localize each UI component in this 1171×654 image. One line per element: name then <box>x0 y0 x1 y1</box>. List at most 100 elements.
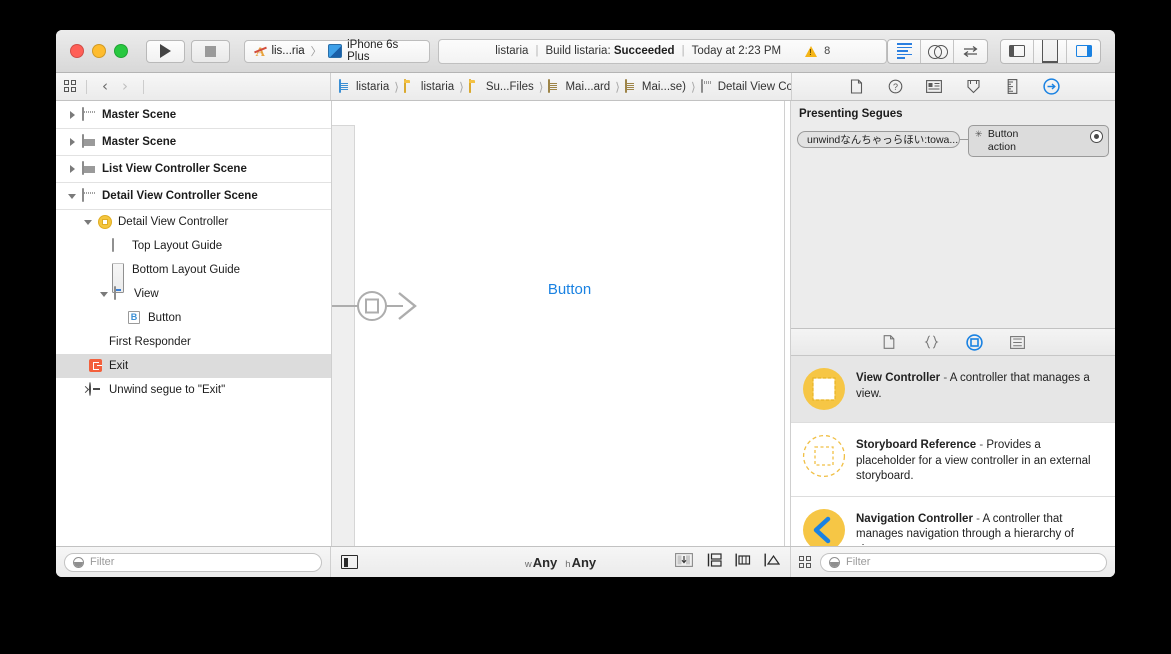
view-controller-object-icon <box>802 367 846 411</box>
outline-row-detail-view-controller[interactable]: Detail View Controller <box>56 210 331 234</box>
activity-status-view[interactable]: listaria | Build listaria: Succeeded | T… <box>438 38 887 64</box>
pin-button[interactable] <box>764 553 781 572</box>
object-library-tab[interactable] <box>966 333 983 351</box>
size-class-width-key: w <box>524 558 532 570</box>
go-back-button[interactable]: ‹ <box>96 79 114 94</box>
update-frames-button[interactable] <box>675 552 693 572</box>
minimize-window-button[interactable] <box>92 44 106 58</box>
canvas-status-bar: wAny hAny <box>331 547 791 577</box>
breadcrumb-item-group-2[interactable]: Su...Files <box>468 78 534 94</box>
library-item-view-controller[interactable]: View Controller - A controller that mana… <box>791 356 1115 423</box>
device-icon <box>327 44 343 58</box>
outline-row-button[interactable]: B Button <box>56 306 331 330</box>
library-display-mode-button[interactable] <box>799 555 812 569</box>
assistant-editor-button[interactable] <box>921 39 954 63</box>
outline-row-first-responder[interactable]: First Responder <box>56 330 331 354</box>
outline-filter-field[interactable]: Filter <box>64 552 322 572</box>
outline-row-label: Master Scene <box>102 136 177 148</box>
scheme-selector[interactable]: lis...ria 〉 iPhone 6s Plus <box>244 39 431 63</box>
outline-row-bottom-layout-guide[interactable]: Bottom Layout Guide <box>56 258 331 293</box>
storyboard-file-icon <box>548 78 561 94</box>
object-library-list[interactable]: View Controller - A controller that mana… <box>791 356 1115 546</box>
toolbar-right-group <box>887 38 1105 64</box>
standard-editor-button[interactable] <box>888 39 921 63</box>
outline-row-exit[interactable]: Exit <box>56 354 331 378</box>
toggle-navigator-button[interactable] <box>1001 39 1034 63</box>
outline-row-view[interactable]: View <box>56 282 331 306</box>
status-project: listaria <box>495 45 529 57</box>
presenting-segues-title: Presenting Segues <box>799 108 903 120</box>
library-item-storyboard-reference[interactable]: Storyboard Reference - Provides a placeh… <box>791 423 1115 497</box>
file-inspector-tab[interactable] <box>848 78 865 95</box>
utilities-panel-icon <box>1075 45 1092 57</box>
library-filter-field[interactable]: Filter <box>820 552 1107 572</box>
breadcrumb-item-file[interactable]: Mai...ard <box>548 78 611 94</box>
toggle-utilities-button[interactable] <box>1067 40 1100 63</box>
go-forward-button[interactable]: › <box>116 79 134 94</box>
segue-identifier-pill[interactable]: unwindなんちゃっらほい:towa... <box>797 131 961 148</box>
file-template-library-tab[interactable] <box>880 334 897 351</box>
document-outline[interactable]: Master Scene Master Scene List View Cont… <box>56 101 332 546</box>
scheme-name: lis...ria <box>271 45 305 57</box>
outline-row-top-layout-guide[interactable]: Top Layout Guide <box>56 234 331 258</box>
segue-source-box[interactable]: ✳ Button action <box>967 125 1109 157</box>
disclosure-triangle[interactable] <box>66 109 78 121</box>
connections-inspector-tab[interactable] <box>1042 78 1060 95</box>
play-icon <box>160 44 171 58</box>
interface-builder-canvas[interactable]: Button <box>332 101 791 546</box>
size-class-indicator[interactable]: wAny hAny <box>525 555 596 570</box>
outline-row-detail-view-controller-scene[interactable]: Detail View Controller Scene <box>56 183 331 210</box>
close-window-button[interactable] <box>70 44 84 58</box>
disclosure-triangle[interactable] <box>66 136 78 148</box>
outline-row-label: Detail View Controller <box>118 216 229 228</box>
outline-row-label: Master Scene <box>102 109 177 121</box>
breadcrumb-item-scene[interactable]: Detail View Controller Scene <box>700 78 791 94</box>
zoom-window-button[interactable] <box>114 44 128 58</box>
quick-help-inspector-tab[interactable]: ? <box>887 78 904 95</box>
code-snippet-library-tab[interactable] <box>923 334 940 351</box>
identity-inspector-tab[interactable] <box>926 78 943 95</box>
embed-in-button[interactable] <box>706 552 722 572</box>
breadcrumb-item-file-base[interactable]: Mai...se) <box>624 78 686 94</box>
outline-row-master-scene-1[interactable]: Master Scene <box>56 102 331 129</box>
view-toggle-segmented-control <box>1000 38 1101 64</box>
media-library-tab[interactable] <box>1009 334 1026 351</box>
svg-text:?: ? <box>892 82 897 92</box>
breadcrumb-label: Mai...ard <box>565 80 611 93</box>
breadcrumb-label: listaria <box>420 80 455 93</box>
connection-well[interactable] <box>1090 130 1103 143</box>
library-item-text: View Controller - A controller that mana… <box>856 367 1103 402</box>
attributes-inspector-tab[interactable] <box>965 78 982 95</box>
destination-name: iPhone 6s Plus <box>347 39 399 63</box>
outline-row-master-scene-2[interactable]: Master Scene <box>56 129 331 156</box>
top-layout-guide-icon <box>112 238 127 253</box>
toggle-debug-area-button[interactable] <box>1034 39 1067 63</box>
view-controller-icon <box>98 215 113 229</box>
breadcrumb-label: Mai...se) <box>641 80 686 93</box>
disclosure-triangle[interactable] <box>98 288 110 300</box>
outline-row-list-view-controller-scene[interactable]: List View Controller Scene <box>56 156 331 183</box>
canvas-button-label[interactable]: Button <box>355 281 784 298</box>
disclosure-triangle[interactable] <box>66 190 78 202</box>
toggle-document-outline-button[interactable] <box>341 555 358 569</box>
library-item-navigation-controller[interactable]: Navigation Controller - A controller tha… <box>791 497 1115 546</box>
outline-row-unwind-segue[interactable]: Unwind segue to "Exit" <box>56 378 331 402</box>
stop-button[interactable] <box>191 39 230 63</box>
version-editor-icon <box>963 46 978 57</box>
disclosure-triangle[interactable] <box>82 216 94 228</box>
related-items-icon[interactable] <box>64 80 77 93</box>
version-editor-button[interactable] <box>954 40 987 63</box>
run-button[interactable] <box>146 39 185 63</box>
disclosure-triangle[interactable] <box>66 163 78 175</box>
scheme-separator: 〉 <box>310 46 322 58</box>
utilities-area: Presenting Segues unwindなんちゃっらほい:towa...… <box>791 101 1115 546</box>
view-icon <box>114 286 129 301</box>
breadcrumb-item-group-1[interactable]: listaria <box>403 78 455 94</box>
detail-scene-frame[interactable]: Button <box>332 101 785 546</box>
align-button[interactable] <box>735 553 751 572</box>
assistant-editor-icon <box>928 45 948 59</box>
auto-layout-button-group <box>675 552 781 572</box>
breadcrumb-label: Su...Files <box>485 80 534 93</box>
breadcrumb-item-project[interactable]: listaria <box>339 78 389 94</box>
size-inspector-tab[interactable] <box>1004 78 1021 95</box>
